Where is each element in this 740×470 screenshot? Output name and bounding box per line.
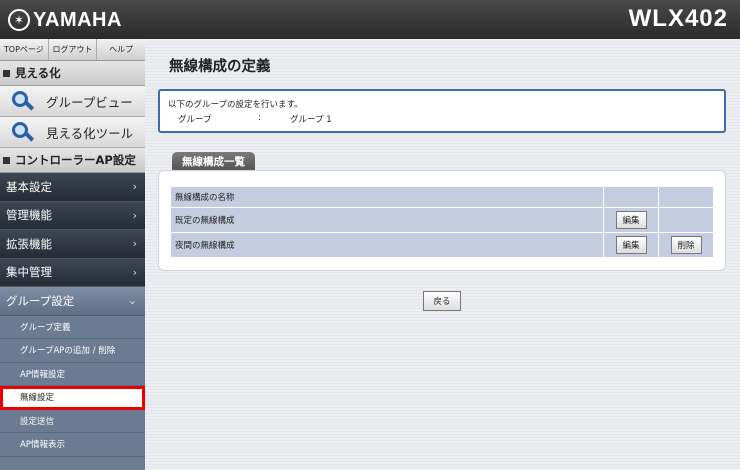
- header-bar: ✶ YAMAHA WLX402: [0, 0, 740, 39]
- chevron-right-icon: ›: [132, 265, 137, 279]
- nav-management[interactable]: 管理機能 ›: [0, 201, 145, 230]
- visualize-tool-label: 見える化ツール: [46, 125, 134, 141]
- table-header-name: 無線構成の名称: [169, 186, 605, 208]
- tuning-fork-icon: ✶: [8, 9, 30, 31]
- nav-basic-settings-label: 基本設定: [6, 179, 52, 194]
- sub-item-group-definition[interactable]: グループ定義: [0, 315, 145, 339]
- tab-wireless-config-list: 無線構成一覧: [172, 152, 255, 170]
- info-group-value: グループ 1: [290, 115, 332, 125]
- group-view-label: グループビュー: [46, 94, 133, 110]
- visualize-tool-button[interactable]: 見える化ツール: [0, 117, 145, 148]
- info-box: 以下のグループの設定を行います。 グループ : グループ 1: [158, 89, 726, 133]
- sub-item-ap-info-settings[interactable]: AP情報設定: [0, 362, 145, 386]
- model-name: WLX402: [628, 5, 728, 32]
- section-visualize: 見える化: [0, 61, 145, 86]
- row-edit-cell: 編集: [603, 232, 660, 258]
- top-page-link[interactable]: TOPページ: [0, 39, 49, 60]
- nav-group-settings[interactable]: グループ設定 ⌄: [0, 287, 145, 316]
- wireless-config-table: 無線構成の名称 既定の無線構成 編集 夜間の無線構成 編集 削除: [169, 186, 714, 258]
- square-bullet-icon: [3, 156, 10, 164]
- chevron-right-icon: ›: [132, 208, 137, 222]
- page-title: 無線構成の定義: [169, 59, 271, 75]
- chevron-right-icon: ›: [132, 237, 137, 251]
- section-controller: コントローラーAP設定: [0, 148, 145, 173]
- table-header-delete: [658, 186, 714, 208]
- table-row: 既定の無線構成 編集: [169, 207, 714, 233]
- nav-central-management[interactable]: 集中管理 ›: [0, 258, 145, 287]
- row-name: 夜間の無線構成: [169, 232, 605, 258]
- group-view-button[interactable]: グループビュー: [0, 86, 145, 117]
- yamaha-logo: ✶ YAMAHA: [8, 7, 122, 33]
- magnifier-icon: [10, 90, 36, 112]
- sub-item-ap-info-display[interactable]: AP情報表示: [0, 433, 145, 457]
- top-links: TOPページ ログアウト ヘルプ: [0, 39, 146, 61]
- main-content: 無線構成の定義 以下のグループの設定を行います。 グループ : グループ 1 無…: [145, 39, 740, 470]
- section-visualize-label: 見える化: [15, 66, 61, 80]
- nav-management-label: 管理機能: [6, 208, 52, 223]
- brand-name: YAMAHA: [33, 8, 122, 31]
- table-header-edit: [603, 186, 660, 208]
- table-header-row: 無線構成の名称: [169, 186, 714, 208]
- chevron-right-icon: ›: [132, 180, 137, 194]
- sidebar: TOPページ ログアウト ヘルプ 見える化 グループビュー 見える化ツール コン…: [0, 39, 146, 470]
- magnifier-chart-icon: [10, 121, 36, 143]
- nav-basic-settings[interactable]: 基本設定 ›: [0, 173, 145, 202]
- edit-button[interactable]: 編集: [615, 211, 647, 229]
- delete-button[interactable]: 削除: [670, 236, 702, 254]
- row-delete-cell: [658, 207, 714, 233]
- info-colon: :: [258, 113, 261, 123]
- wireless-config-panel: 無線構成の名称 既定の無線構成 編集 夜間の無線構成 編集 削除: [158, 170, 726, 271]
- section-controller-label: コントローラーAP設定: [15, 153, 136, 167]
- nav-group-settings-label: グループ設定: [6, 293, 75, 308]
- info-group-row: グループ : グループ 1: [168, 113, 716, 125]
- help-link[interactable]: ヘルプ: [97, 39, 146, 60]
- sub-item-wireless-settings[interactable]: 無線設定: [0, 386, 145, 410]
- nav-extension[interactable]: 拡張機能 ›: [0, 230, 145, 259]
- row-name: 既定の無線構成: [169, 207, 605, 233]
- info-group-key: グループ: [178, 115, 212, 125]
- chevron-down-icon: ⌄: [127, 294, 137, 308]
- edit-button[interactable]: 編集: [615, 236, 647, 254]
- row-delete-cell: 削除: [658, 232, 714, 258]
- back-button[interactable]: 戻る: [423, 291, 461, 311]
- sub-item-group-ap-add-remove[interactable]: グループAPの追加 / 削除: [0, 339, 145, 363]
- sub-item-send-settings[interactable]: 設定送信: [0, 409, 145, 433]
- table-row: 夜間の無線構成 編集 削除: [169, 232, 714, 258]
- row-edit-cell: 編集: [603, 207, 660, 233]
- nav-extension-label: 拡張機能: [6, 236, 52, 251]
- info-message: 以下のグループの設定を行います。: [168, 100, 303, 110]
- logout-link[interactable]: ログアウト: [48, 39, 98, 60]
- square-bullet-icon: [3, 69, 10, 77]
- nav-central-management-label: 集中管理: [6, 265, 52, 280]
